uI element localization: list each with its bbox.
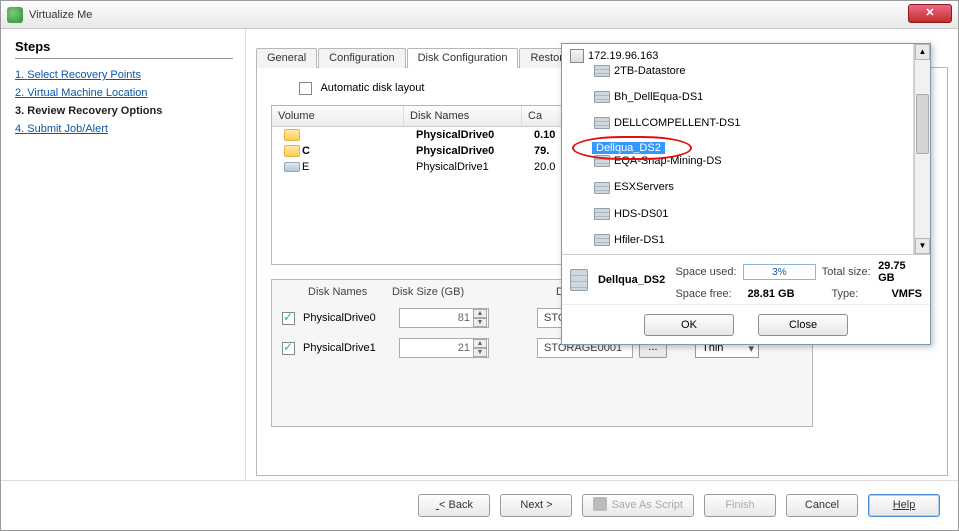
save-icon [593, 497, 607, 511]
datastore-icon [594, 65, 610, 77]
tree-server-node[interactable]: 172.19.96.163 [568, 48, 909, 64]
cancel-button[interactable]: Cancel [786, 494, 858, 517]
scroll-up-icon[interactable]: ▲ [915, 44, 930, 60]
col-volume[interactable]: Volume [272, 106, 404, 126]
windows-drive-icon [284, 129, 300, 141]
back-button[interactable]: < Back [418, 494, 490, 517]
datastore-icon [594, 117, 610, 129]
scrollbar-thumb[interactable] [916, 94, 929, 154]
col-disk-names[interactable]: Disk Names [404, 106, 522, 126]
datastore-icon [594, 182, 610, 194]
disk-name-label: PhysicalDrive1 [303, 342, 399, 354]
step-select-recovery-points[interactable]: 1. Select Recovery Points [15, 69, 233, 81]
tree-datastore-node[interactable]: Hfiler-DS1 [592, 233, 909, 247]
datastore-icon [594, 208, 610, 220]
tab-disk-configuration[interactable]: Disk Configuration [407, 48, 519, 68]
windows-drive-icon [284, 145, 300, 157]
selected-datastore-name: Dellqua_DS2 [598, 274, 671, 286]
step-virtual-machine-location[interactable]: 2. Virtual Machine Location [15, 87, 233, 99]
datastore-tree[interactable]: 172.19.96.163 2TB-Datastore Bh_DellEqua-… [562, 44, 914, 254]
help-button[interactable]: Help [868, 494, 940, 517]
tree-datastore-node-selected[interactable]: Dellqua_DS2 [592, 142, 665, 154]
chevron-down-icon[interactable]: ▼ [473, 348, 487, 357]
datastore-icon [594, 91, 610, 103]
datastore-icon [594, 234, 610, 246]
disk-icon [284, 162, 300, 172]
tree-datastore-node[interactable]: HDS-DS01 [592, 207, 909, 221]
checkbox-icon [299, 82, 312, 95]
tree-datastore-node[interactable]: ESXServers [592, 180, 909, 194]
tab-general[interactable]: General [256, 48, 317, 68]
wizard-button-bar: < Back Next > Save As Script Finish Canc… [1, 480, 958, 530]
finish-button: Finish [704, 494, 776, 517]
window: Virtualize Me ✕ Steps 1. Select Recovery… [0, 0, 959, 531]
close-icon[interactable]: ✕ [908, 4, 952, 23]
datastore-browser-popup: 172.19.96.163 2TB-Datastore Bh_DellEqua-… [561, 43, 931, 345]
datastore-icon [570, 269, 588, 291]
tree-datastore-node[interactable]: DELLCOMPELLENT-DS1 [592, 116, 909, 130]
popup-button-bar: OK Close [562, 304, 930, 344]
step-review-recovery-options: 3. Review Recovery Options [15, 105, 233, 117]
scroll-down-icon[interactable]: ▼ [915, 238, 930, 254]
steps-heading: Steps [15, 39, 233, 59]
disk-name-label: PhysicalDrive0 [303, 312, 399, 324]
next-button[interactable]: Next > [500, 494, 572, 517]
steps-sidebar: Steps 1. Select Recovery Points 2. Virtu… [1, 29, 246, 481]
tree-datastore-node[interactable]: Bh_DellEqua-DS1 [592, 90, 909, 104]
space-used-bar: 3% [743, 264, 816, 280]
step-submit-job-alert[interactable]: 4. Submit Job/Alert [15, 123, 233, 135]
scrollbar[interactable]: ▲ ▼ [914, 44, 930, 254]
server-icon [570, 49, 584, 63]
datastore-icon [594, 155, 610, 167]
tab-configuration[interactable]: Configuration [318, 48, 405, 68]
tree-datastore-node[interactable]: EQA-Snap-Mining-DS [592, 154, 909, 168]
disk-size-spinner[interactable]: 21 ▲▼ [399, 338, 489, 358]
window-title: Virtualize Me [29, 9, 92, 21]
datastore-info-bar: Dellqua_DS2 Space used: 3% Total size: 2… [562, 254, 930, 304]
chevron-down-icon[interactable]: ▼ [473, 318, 487, 327]
app-icon [7, 7, 23, 23]
include-disk-checkbox[interactable] [282, 342, 295, 355]
close-button[interactable]: Close [758, 314, 848, 336]
titlebar: Virtualize Me ✕ [1, 1, 958, 29]
chevron-up-icon[interactable]: ▲ [473, 309, 487, 318]
save-as-script-button[interactable]: Save As Script [582, 494, 694, 517]
tree-datastore-node[interactable]: 2TB-Datastore [592, 64, 909, 78]
disk-size-spinner[interactable]: 81 ▲▼ [399, 308, 489, 328]
include-disk-checkbox[interactable] [282, 312, 295, 325]
ok-button[interactable]: OK [644, 314, 734, 336]
automatic-disk-layout-checkbox[interactable]: Automatic disk layout [299, 82, 424, 94]
chevron-up-icon[interactable]: ▲ [473, 339, 487, 348]
